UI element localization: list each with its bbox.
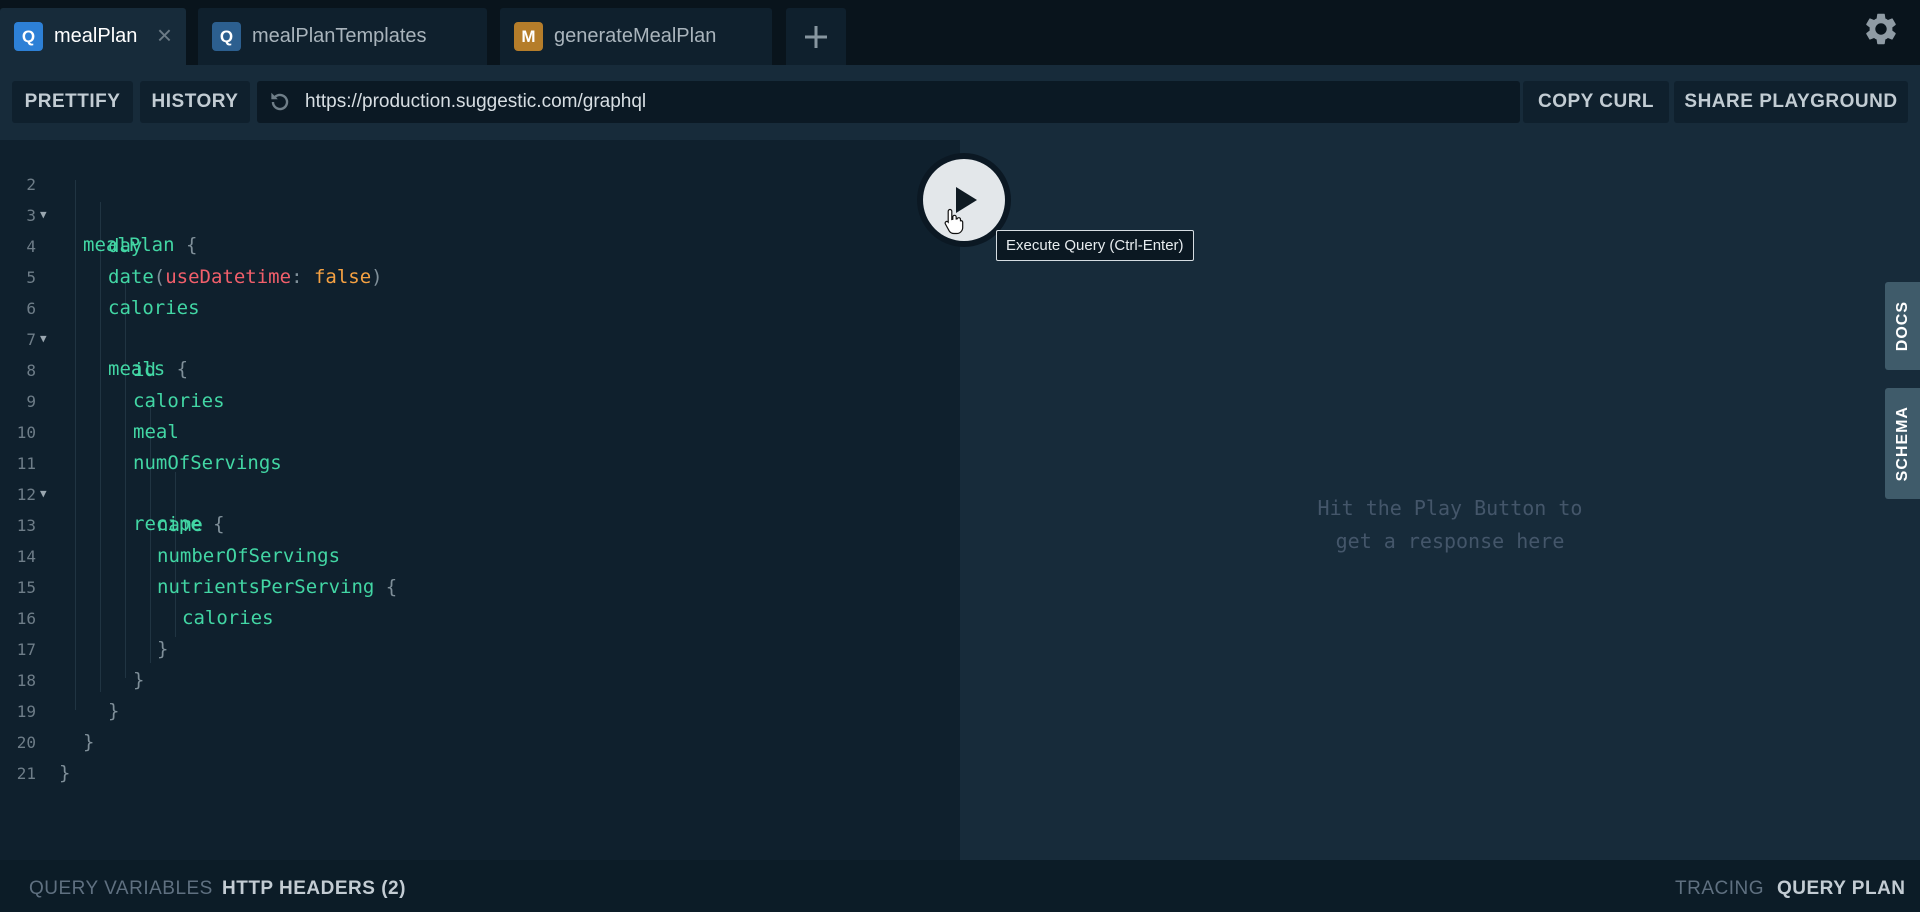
code-line: 15 calories [0,543,950,629]
code-line: 5 calories [0,233,950,319]
response-placeholder: Hit the Play Button to get a response he… [1317,496,1583,553]
code-line: 13 numberOfServings [0,481,950,567]
docs-tab[interactable]: DOCS [1885,282,1920,370]
mutation-badge: M [514,22,543,51]
history-button[interactable]: HISTORY [140,81,250,123]
code-line: 9 meal [0,357,950,443]
prettify-button[interactable]: PRETTIFY [12,81,133,123]
endpoint-url-input[interactable] [303,90,1507,114]
code-line: 17 } [0,605,950,691]
code-line: 8 calories [0,326,950,412]
tab-bar: Q mealPlan × Q mealPlanTemplates M gener… [0,0,1920,65]
tab-mealplan[interactable]: Q mealPlan × [0,8,186,65]
code-line: 14 nutrientsPerServing { [0,512,950,598]
line-number: 21 [16,764,36,783]
tab-label: mealPlanTemplates [252,25,427,47]
close-icon[interactable]: × [157,22,172,48]
code-line: 2 ▼ mealPlan { [0,140,950,256]
code-line: 3 day [0,171,950,257]
code-line: 10 numOfServings [0,388,950,474]
add-tab-button[interactable] [786,8,846,65]
tab-generatemealplan[interactable]: M generateMealPlan [500,8,772,65]
query-variables-tab[interactable]: QUERY VARIABLES [29,878,213,900]
code-line: 16 } [0,574,950,660]
hand-cursor-icon [944,208,964,235]
share-playground-button[interactable]: SHARE PLAYGROUND [1674,81,1908,123]
endpoint-url-bar [257,81,1520,123]
plus-icon [805,25,827,48]
code-line: 21 [0,729,950,783]
code-line: 7 id [0,295,950,381]
tab-mealplantemplates[interactable]: Q mealPlanTemplates [198,8,487,65]
schema-tab[interactable]: SCHEMA [1885,388,1920,499]
query-badge: Q [212,22,241,51]
query-editor[interactable]: 2 ▼ mealPlan { 3 day 4 date(useDatetime:… [0,140,960,860]
code-line: 4 date(useDatetime: false) [0,202,950,288]
code-line: 18 } [0,636,950,722]
http-headers-tab[interactable]: HTTP HEADERS (2) [222,878,406,900]
tab-label: mealPlan [54,25,138,47]
query-badge: Q [14,22,43,51]
code-line: 11 ▼ recipe { [0,419,950,535]
reload-icon[interactable] [267,89,293,115]
code-line: 19 } [0,667,950,753]
code-line: 20 } [0,698,950,784]
query-plan-tab[interactable]: QUERY PLAN [1777,878,1906,900]
tracing-tab[interactable]: TRACING [1675,878,1764,900]
gear-icon[interactable] [1862,10,1900,48]
execute-tooltip: Execute Query (Ctrl-Enter) [996,230,1194,261]
bottom-bar: QUERY VARIABLES HTTP HEADERS (2) TRACING… [0,860,1920,912]
copy-curl-button[interactable]: COPY CURL [1523,81,1669,123]
tab-label: generateMealPlan [554,25,717,47]
toolbar: PRETTIFY HISTORY COPY CURL SHARE PLAYGRO… [0,65,1920,140]
code-line: 12 name [0,450,950,536]
code-line: 6 ▼ meals { [0,264,950,380]
